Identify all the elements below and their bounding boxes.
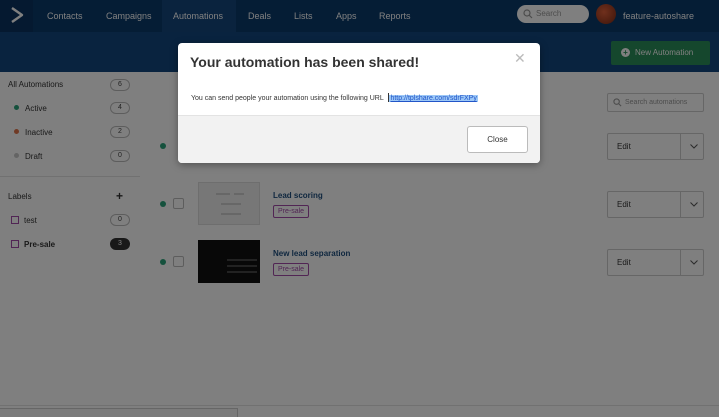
close-icon[interactable]: ✕ <box>514 51 526 65</box>
share-modal: Your automation has been shared! ✕ You c… <box>178 43 540 163</box>
modal-body-text: You can send people your automation usin… <box>191 95 384 102</box>
modal-footer: Close <box>178 115 540 163</box>
share-url-link[interactable]: http://tplshare.com/sdrFXPy <box>389 95 478 102</box>
modal-body: You can send people your automation usin… <box>191 93 478 102</box>
close-button[interactable]: Close <box>467 126 528 153</box>
modal-title: Your automation has been shared! <box>190 54 420 70</box>
